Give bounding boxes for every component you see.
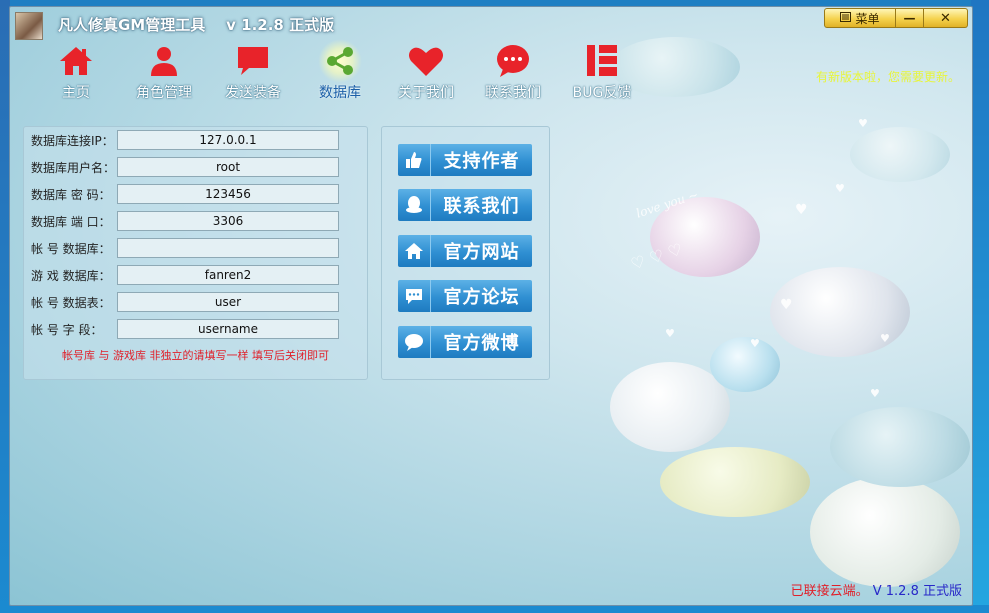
db-password-field[interactable]: 123456 [117, 184, 339, 204]
menu-icon [840, 11, 852, 25]
support-author-button[interactable]: 支持作者 [398, 144, 532, 176]
nav-label: 数据库 [319, 85, 361, 101]
official-forum-button[interactable]: 官方论坛 [398, 280, 532, 312]
home-icon [398, 235, 431, 267]
support-author-label: 支持作者 [443, 151, 520, 172]
update-notice[interactable]: 有新版本啦，您需要更新。 [816, 68, 960, 85]
share-icon [318, 39, 362, 83]
window-controls: 菜单 — ✕ [824, 8, 968, 28]
window-title: 凡人修真GM管理工具 v 1.2.8 正式版 [58, 14, 334, 35]
bug-report-icon [582, 43, 622, 79]
nav-item-bug-report[interactable]: BUG反馈 [562, 43, 642, 102]
account-db-label: 帐 号 数据库： [31, 242, 111, 256]
nav-item-about-us[interactable]: 关于我们 [386, 43, 466, 102]
form-row-account-db: 帐 号 数据库： [31, 238, 361, 258]
account-db-field[interactable] [117, 238, 339, 258]
main-toolbar: 主页 角色管理 发送装备 数据库 关于我们 联系我们 BUG反馈 [10, 39, 650, 105]
status-version: V 1.2.8 正式版 [872, 584, 962, 599]
db-port-field[interactable]: 3306 [117, 211, 339, 231]
connection-status: 已联接云端。 [790, 584, 869, 599]
official-website-label: 官方网站 [443, 242, 520, 263]
form-row-db-password: 数据库 密 码： 123456 [31, 184, 361, 204]
app-name: 凡人修真GM管理工具 [58, 16, 206, 34]
form-row-game-db: 游 戏 数据库： fanren2 [31, 265, 361, 285]
links-panel: 支持作者 联系我们 官方网站 官方论坛 官方微博 [381, 126, 550, 380]
form-row-db-ip: 数据库连接IP： 127.0.0.1 [31, 130, 361, 150]
form-row-account-field: 帐 号 字 段： username [31, 319, 361, 339]
db-password-label: 数据库 密 码： [31, 188, 111, 202]
database-settings-panel: 数据库连接IP： 127.0.0.1 数据库用户名： root 数据库 密 码：… [23, 126, 368, 380]
account-table-label: 帐 号 数据表： [31, 296, 111, 310]
nav-label: 关于我们 [398, 85, 454, 101]
db-ip-field[interactable]: 127.0.0.1 [117, 130, 339, 150]
nav-item-send-equipment[interactable]: 发送装备 [213, 43, 293, 102]
speech-bubble-icon [398, 326, 431, 358]
chat-icon [493, 43, 533, 79]
nav-item-home[interactable]: 主页 [36, 43, 116, 102]
user-icon [144, 43, 184, 79]
official-weibo-button[interactable]: 官方微博 [398, 326, 532, 358]
app-avatar-icon [15, 12, 43, 40]
app-window: ♥ ♥ ♥ ♥ ♥ ♥ ♥ ♥ love you ~ ♡ ♡ ♡ 凡人修真GM管… [9, 6, 973, 606]
db-ip-label: 数据库连接IP： [31, 134, 114, 148]
desktop-background-right [971, 0, 989, 613]
game-db-label: 游 戏 数据库： [31, 269, 111, 283]
db-user-field[interactable]: root [117, 157, 339, 177]
nav-item-contact-us[interactable]: 联系我们 [473, 43, 553, 102]
account-field-label: 帐 号 字 段： [31, 323, 103, 337]
title-bar: 凡人修真GM管理工具 v 1.2.8 正式版 菜单 — ✕ [10, 7, 972, 41]
close-icon: ✕ [940, 10, 951, 26]
official-forum-label: 官方论坛 [443, 287, 520, 308]
nav-label: BUG反馈 [572, 85, 632, 101]
home-icon [56, 43, 96, 79]
account-field-field[interactable]: username [117, 319, 339, 339]
nav-item-database[interactable]: 数据库 [300, 39, 380, 102]
menu-button[interactable]: 菜单 [824, 8, 896, 28]
app-version: v 1.2.8 正式版 [226, 16, 335, 34]
nav-label: 发送装备 [225, 85, 281, 101]
desktop-background-bottom [0, 605, 989, 613]
contact-us-button[interactable]: 联系我们 [398, 189, 532, 221]
account-table-field[interactable]: user [117, 292, 339, 312]
menu-label: 菜单 [855, 11, 880, 26]
game-db-field[interactable]: fanren2 [117, 265, 339, 285]
message-icon [233, 43, 273, 79]
nav-label: 主页 [62, 85, 90, 101]
thumbs-up-icon [398, 144, 431, 176]
form-row-account-table: 帐 号 数据表： user [31, 292, 361, 312]
form-row-db-port: 数据库 端 口： 3306 [31, 211, 361, 231]
nav-item-role-management[interactable]: 角色管理 [124, 43, 204, 102]
minimize-button[interactable]: — [896, 8, 924, 28]
heart-icon [406, 43, 446, 79]
close-button[interactable]: ✕ [924, 8, 968, 28]
form-row-db-user: 数据库用户名： root [31, 157, 361, 177]
nav-label: 角色管理 [136, 85, 192, 101]
official-website-button[interactable]: 官方网站 [398, 235, 532, 267]
qq-icon [398, 189, 431, 221]
db-user-label: 数据库用户名： [31, 161, 116, 175]
official-weibo-label: 官方微博 [443, 333, 520, 354]
status-bar: 已联接云端。 V 1.2.8 正式版 [791, 580, 962, 599]
form-note: 帐号库 与 游戏库 非独立的请填写一样 填写后关闭即可 [62, 349, 329, 362]
contact-us-label: 联系我们 [443, 196, 520, 217]
minimize-icon: — [903, 11, 916, 25]
comment-icon [398, 280, 431, 312]
nav-label: 联系我们 [485, 85, 541, 101]
db-port-label: 数据库 端 口： [31, 215, 111, 229]
